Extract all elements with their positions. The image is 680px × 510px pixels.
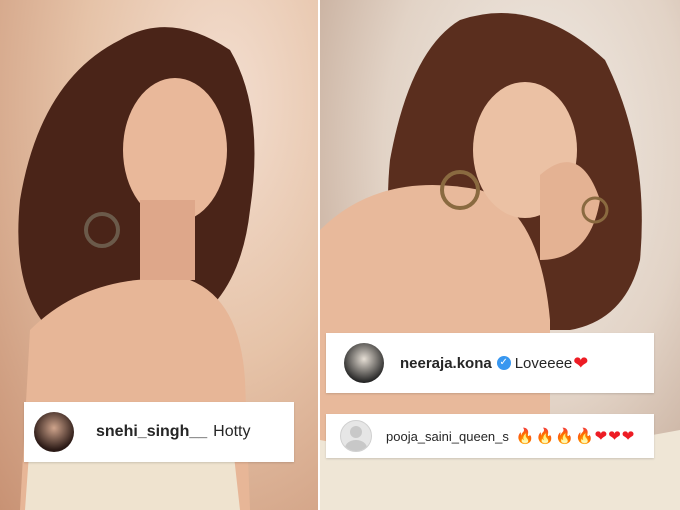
- fire-icon: 🔥: [535, 427, 555, 445]
- heart-icon: ❤: [621, 427, 635, 445]
- default-user-icon: [350, 426, 362, 438]
- fire-icon: 🔥: [574, 427, 594, 445]
- fire-icon: 🔥: [555, 427, 574, 445]
- verified-badge-icon: ✓: [496, 356, 511, 370]
- heart-icon: ❤: [573, 352, 589, 373]
- comment-username[interactable]: neeraja.kona: [400, 355, 492, 372]
- heart-icon: ❤: [608, 427, 621, 445]
- comment-pooja: pooja_saini_queen_s 🔥🔥🔥🔥❤❤❤: [326, 414, 654, 458]
- comment-text: Loveeee: [514, 354, 573, 372]
- avatar[interactable]: [344, 343, 384, 383]
- comment-text: Hotty: [213, 423, 251, 440]
- fire-icon: 🔥: [515, 427, 535, 445]
- comment-username[interactable]: pooja_saini_queen_s: [386, 429, 509, 444]
- avatar[interactable]: [340, 420, 372, 452]
- comment-username[interactable]: snehi_singh__: [96, 423, 207, 441]
- heart-icon: ❤: [594, 427, 608, 445]
- comment-neeraja: neeraja.kona ✓ Loveeee ❤: [326, 333, 654, 393]
- avatar[interactable]: [34, 412, 74, 452]
- emoji-row: 🔥🔥🔥🔥❤❤❤: [515, 427, 634, 446]
- comment-snehi: snehi_singh__ Hotty: [24, 402, 294, 462]
